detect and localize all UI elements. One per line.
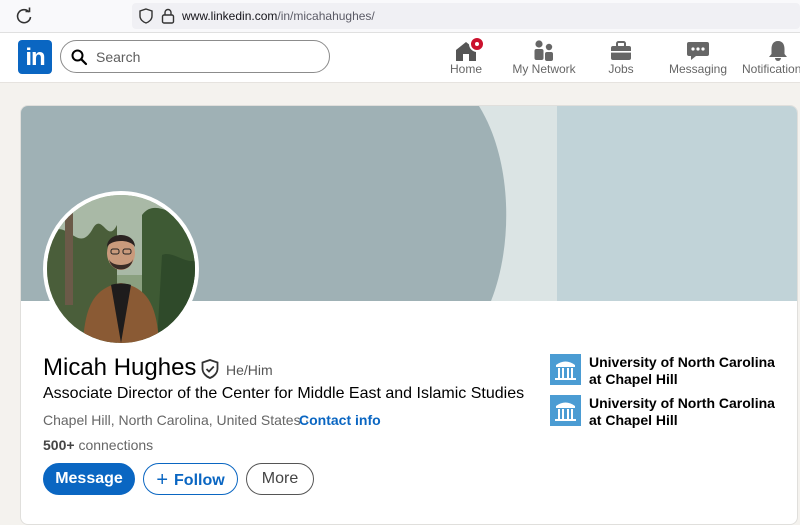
notification-badge	[469, 36, 485, 52]
follow-button-label: Follow	[174, 472, 225, 489]
nav-item-notifications[interactable]: Notifications	[742, 36, 800, 80]
profile-name: Micah Hughes	[43, 354, 197, 381]
nav-item-messaging[interactable]: Messaging	[664, 36, 732, 80]
tracking-shield-icon[interactable]	[138, 8, 154, 24]
more-button[interactable]: More	[246, 463, 314, 495]
nav-item-home-label: Home	[449, 62, 482, 76]
url-host: www.linkedin.com	[182, 9, 278, 23]
message-button[interactable]: Message	[43, 463, 135, 495]
pronouns: He/Him	[226, 362, 273, 378]
linkedin-logo[interactable]: in	[18, 40, 52, 74]
organization-item[interactable]: University of North Carolina at Chapel H…	[550, 395, 790, 429]
profile-photo[interactable]	[47, 195, 195, 343]
verified-shield-icon[interactable]	[201, 359, 219, 379]
reload-icon[interactable]	[14, 6, 34, 26]
nav-item-jobs[interactable]: Jobs	[596, 36, 646, 80]
url-text[interactable]: www.linkedin.com/in/micahahughes/	[182, 9, 375, 23]
profile-headline: Associate Director of the Center for Mid…	[43, 385, 525, 402]
contact-info-link[interactable]: Contact info	[299, 412, 381, 428]
organization-item[interactable]: University of North Carolina at Chapel H…	[550, 354, 790, 388]
connections-label: connections	[78, 437, 154, 453]
connections-count[interactable]: 500+ connections	[43, 437, 153, 453]
organization-name: University of North Carolina at Chapel H…	[589, 354, 775, 387]
nav-item-my-network[interactable]: My Network	[506, 36, 582, 80]
profile-location: Chapel Hill, North Carolina, United Stat…	[43, 412, 309, 428]
search-icon	[71, 49, 88, 66]
plus-icon: +	[156, 469, 169, 491]
unc-logo-icon	[550, 395, 581, 426]
unc-logo-icon	[550, 354, 581, 385]
location-text: Chapel Hill, North Carolina, United Stat…	[43, 412, 301, 428]
nav-item-messaging-label: Messaging	[668, 62, 728, 76]
network-icon	[534, 40, 553, 61]
nav-item-notifications-label: Notifications	[742, 62, 800, 76]
url-path: /in/micahahughes/	[277, 9, 375, 23]
nav-item-jobs-label: Jobs	[608, 62, 634, 76]
organization-name: University of North Carolina at Chapel H…	[589, 395, 775, 428]
lock-icon[interactable]	[161, 8, 175, 24]
follow-button[interactable]: + Follow	[143, 463, 238, 495]
bell-icon	[769, 41, 787, 61]
connections-number: 500+	[43, 437, 75, 453]
messaging-icon	[687, 42, 709, 60]
briefcase-icon	[611, 41, 631, 60]
search-input[interactable]	[96, 46, 316, 68]
nav-item-my-network-label: My Network	[512, 62, 576, 76]
